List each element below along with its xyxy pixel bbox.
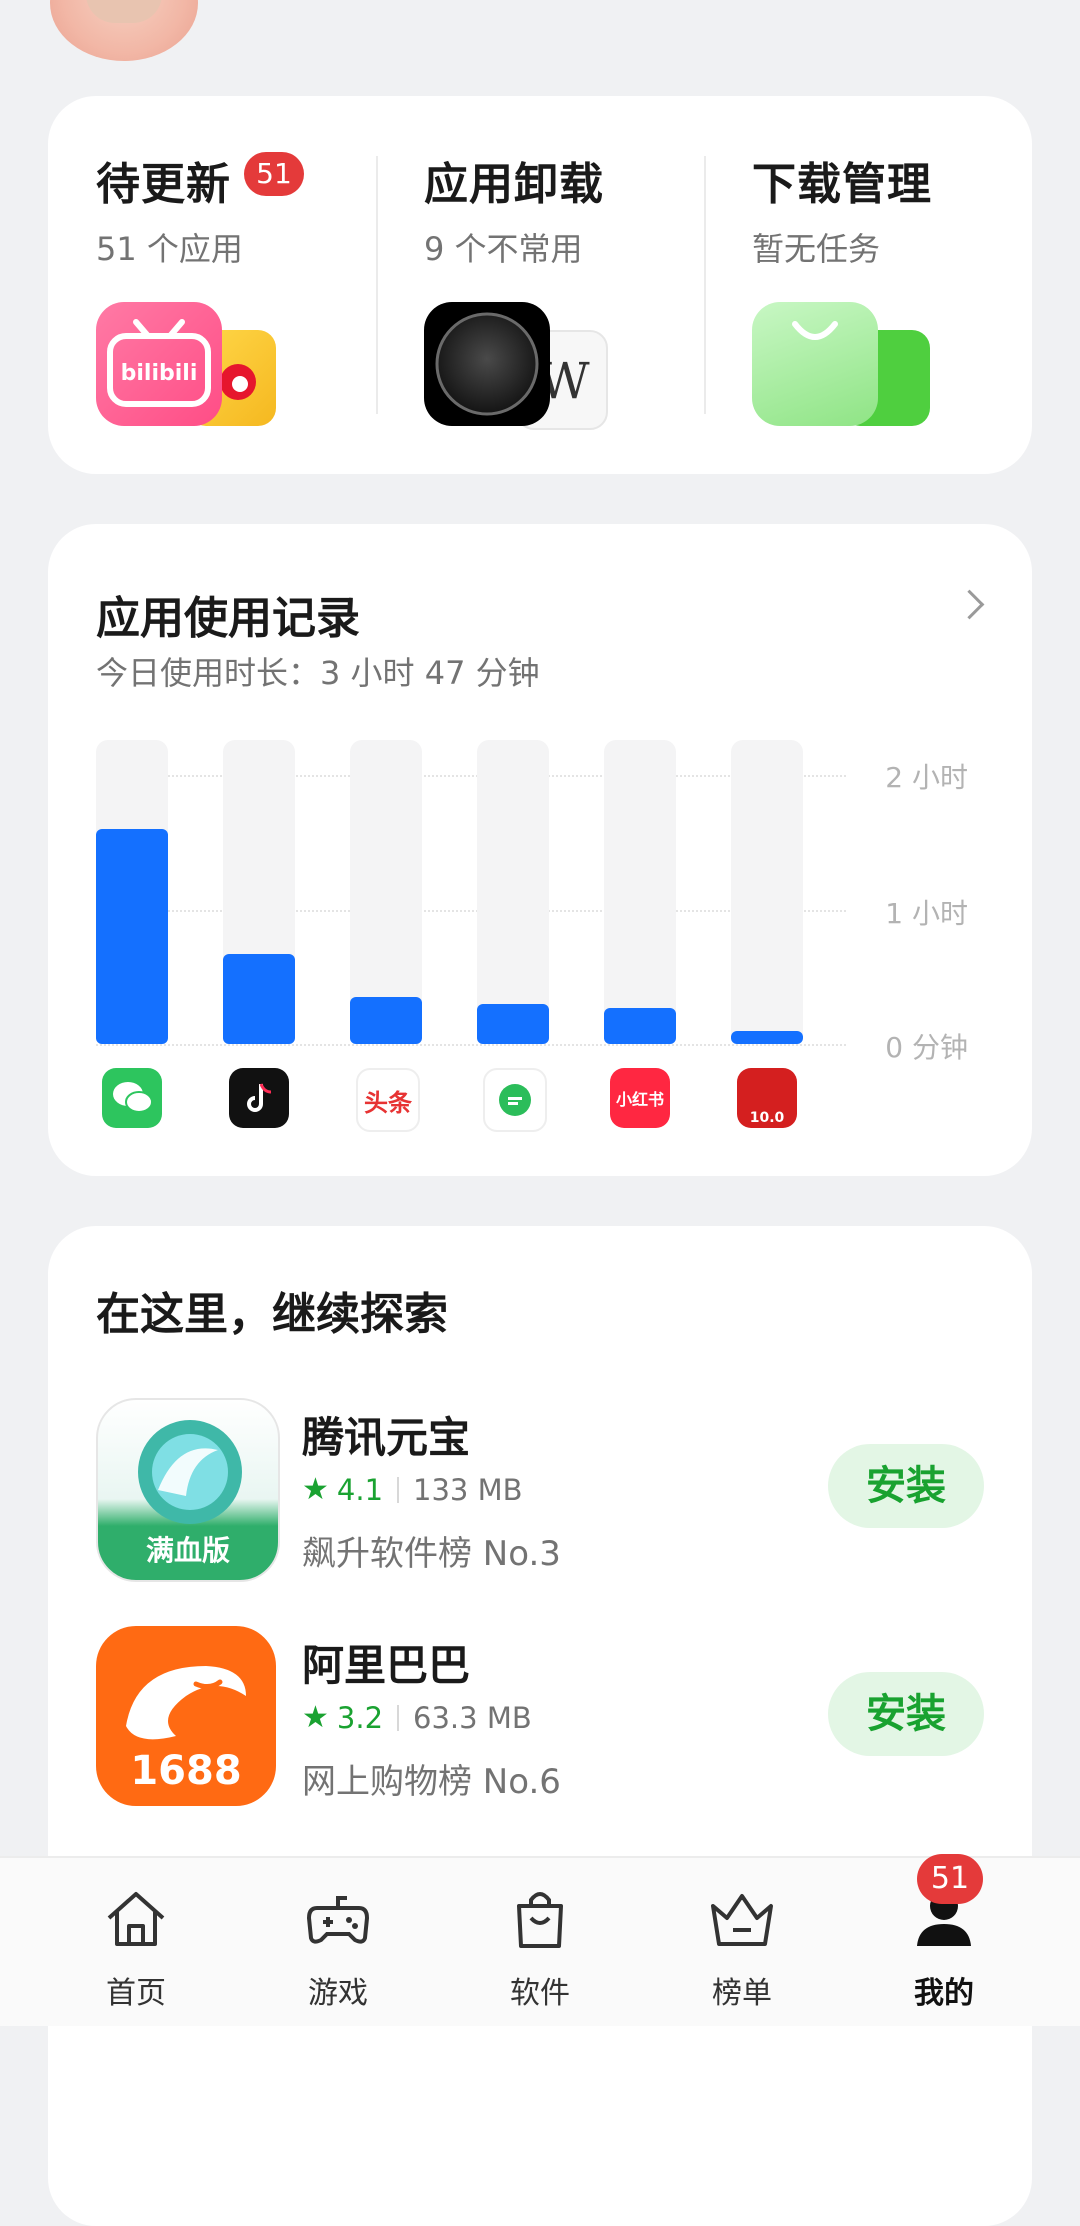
app-rating: 3.2	[336, 1700, 384, 1735]
icbc-icon[interactable]: 10.0	[737, 1068, 797, 1128]
star-icon: ★	[302, 1472, 329, 1507]
app-rank: 网上购物榜 No.6	[302, 1762, 561, 1802]
nav-software[interactable]: 软件	[470, 1884, 610, 2014]
app-name: 腾讯元宝	[302, 1413, 471, 1462]
app-rank: 飙升软件榜 No.3	[302, 1534, 561, 1574]
wechat-icon[interactable]	[102, 1068, 162, 1128]
download-manager-section[interactable]: 下载管理 暂无任务	[752, 96, 1080, 474]
updates-badge: 51	[244, 152, 304, 196]
quick-actions-card: 待更新 51 51 个应用 bilibili 应用卸载 9 个不常用 W 下载管…	[48, 96, 1032, 474]
tencent-yuanbao-icon: 满血版	[96, 1398, 280, 1582]
chart-bar	[731, 1030, 803, 1044]
app-name: 阿里巴巴	[302, 1641, 471, 1690]
divider	[704, 156, 706, 414]
usage-title: 应用使用记录	[96, 593, 360, 644]
meta-separator	[397, 1704, 400, 1731]
messages-icon[interactable]	[483, 1068, 547, 1132]
icon-text: 满血版	[146, 1534, 230, 1567]
icbc-version-label: 10.0	[749, 1110, 785, 1126]
camera-app-icon	[424, 302, 550, 426]
chart-bar-track	[350, 740, 422, 1044]
chart-bar	[477, 1003, 549, 1044]
install-button[interactable]: 安装	[828, 1444, 984, 1528]
app-list-item[interactable]: 1688 阿里巴巴 ★ 3.2 63.3 MB 网上购物榜 No.6 安装	[96, 1626, 984, 1806]
toutiao-icon[interactable]: 头条	[356, 1068, 420, 1132]
nav-mine[interactable]: 51 我的	[874, 1854, 1014, 2014]
shopping-bag-icon	[505, 1884, 575, 1954]
app-rating: 4.1	[336, 1472, 384, 1507]
nav-label: 软件	[510, 1976, 570, 2011]
bottom-navigation: 首页 游戏 软件 榜单 51 我的	[0, 1854, 1080, 2026]
alibaba-1688-icon: 1688	[96, 1626, 276, 1806]
person-icon: 51	[909, 1854, 983, 1954]
nav-label: 我的	[914, 1976, 974, 2011]
app-uninstall-section[interactable]: 应用卸载 9 个不常用 W	[424, 96, 752, 474]
nav-home[interactable]: 首页	[66, 1884, 206, 2014]
app-uninstall-title: 应用卸载	[424, 159, 604, 210]
chart-bar	[223, 954, 295, 1044]
mine-badge: 51	[917, 1854, 983, 1904]
nav-label: 游戏	[308, 1976, 368, 2011]
pending-updates-subtitle: 51 个应用	[96, 230, 243, 268]
usage-summary: 今日使用时长：3 小时 47 分钟	[96, 654, 540, 692]
app-list-item[interactable]: 满血版 腾讯元宝 ★ 4.1 133 MB 飙升软件榜 No.3 安装	[96, 1398, 984, 1582]
app-size: 63.3 MB	[413, 1700, 532, 1735]
chart-bar-track	[96, 740, 168, 1044]
nav-rankings[interactable]: 榜单	[672, 1884, 812, 2014]
y-tick-label: 0 分钟	[885, 1031, 968, 1064]
app-meta: ★ 3.2 63.3 MB	[302, 1700, 532, 1735]
app-size: 133 MB	[413, 1472, 523, 1507]
chart-bar-track	[477, 740, 549, 1044]
chart-bar	[96, 828, 168, 1044]
explore-title: 在这里，继续探索	[96, 1289, 448, 1340]
gamepad-icon	[303, 1884, 373, 1954]
app-meta: ★ 4.1 133 MB	[302, 1472, 523, 1507]
crown-icon	[707, 1884, 777, 1954]
y-tick-label: 1 小时	[885, 897, 968, 930]
meta-separator	[397, 1476, 400, 1503]
douyin-icon[interactable]	[229, 1068, 289, 1128]
pending-updates-title: 待更新	[96, 159, 231, 210]
icon-text: 1688	[130, 1748, 241, 1794]
pending-updates-section[interactable]: 待更新 51 51 个应用 bilibili	[96, 96, 424, 474]
chart-bar-track	[731, 740, 803, 1044]
avatar-face	[86, 0, 162, 23]
grid-line-0	[96, 1044, 846, 1046]
explore-card: 在这里，继续探索 满血版 腾讯元宝 ★ 4.1 133 MB 飙升软件榜 No.…	[48, 1226, 1032, 2226]
install-button[interactable]: 安装	[828, 1672, 984, 1756]
chart-bar-track	[223, 740, 295, 1044]
app-uninstall-subtitle: 9 个不常用	[424, 230, 583, 268]
star-icon: ★	[302, 1700, 329, 1735]
user-avatar[interactable]	[50, 0, 198, 61]
home-icon	[101, 1884, 171, 1954]
xiaohongshu-icon[interactable]: 小红书	[610, 1068, 670, 1128]
chart-bar	[350, 996, 422, 1044]
download-manager-subtitle: 暂无任务	[752, 230, 881, 268]
bilibili-icon: bilibili	[96, 302, 222, 426]
chart-bar-track	[604, 740, 676, 1044]
shopping-bag-icon	[752, 302, 878, 426]
nav-label: 首页	[106, 1976, 166, 2011]
y-tick-label: 2 小时	[885, 761, 968, 794]
nav-games[interactable]: 游戏	[268, 1884, 408, 2014]
svg-text:bilibili: bilibili	[121, 361, 198, 386]
divider	[376, 156, 378, 414]
nav-label: 榜单	[712, 1976, 772, 2011]
download-manager-title: 下载管理	[752, 159, 932, 210]
chart-bar	[604, 1008, 676, 1044]
chevron-right-icon[interactable]	[954, 589, 985, 620]
